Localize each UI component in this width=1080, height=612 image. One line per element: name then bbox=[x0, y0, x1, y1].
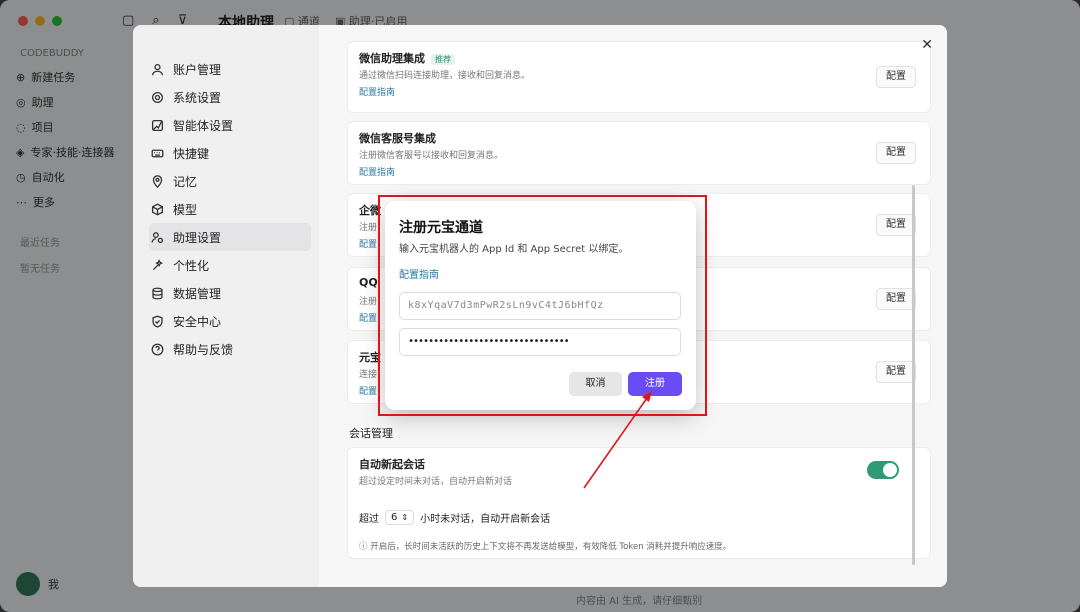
auto-new-description: 超过设定时间未对话，自动开启新对话 bbox=[359, 477, 513, 487]
stepper-arrows-icon[interactable]: ⇕ bbox=[401, 513, 408, 522]
card-title: QQ bbox=[359, 276, 378, 289]
settings-nav-label: 个性化 bbox=[173, 258, 210, 273]
settings-nav-label: 记忆 bbox=[173, 174, 198, 189]
card-title: 微信助理集成 推荐 bbox=[359, 50, 455, 66]
keyboard-icon bbox=[151, 149, 164, 157]
hours-prefix: 超过 bbox=[359, 514, 379, 525]
configure-button[interactable]: 配置 bbox=[876, 361, 916, 383]
auto-new-title: 自动新起会话 bbox=[359, 458, 425, 471]
scrollbar[interactable] bbox=[912, 185, 915, 565]
settings-nav-label: 模型 bbox=[173, 202, 198, 217]
card-description: 通过微信扫码连接助理，接收和回复消息。 bbox=[359, 71, 531, 81]
hours-suffix: 小时未对话，自动开启新会话 bbox=[420, 514, 551, 525]
configure-button[interactable]: 配置 bbox=[876, 142, 916, 164]
close-icon[interactable]: ✕ bbox=[921, 37, 933, 53]
auto-new-session-card: 自动新起会话 超过设定时间未对话，自动开启新对话 超过 6 ⇕ 小时未对话，自动… bbox=[347, 447, 931, 559]
settings-nav-label: 数据管理 bbox=[173, 286, 222, 301]
assistant-settings-icon bbox=[151, 231, 164, 243]
annotation-highlight-box bbox=[378, 195, 707, 416]
card-guide-link[interactable]: 配置指南 bbox=[359, 85, 395, 98]
settings-nav: 账户管理 系统设置 智能体设置 快捷键 记忆 模型 助理设置 个性化 数据管理 … bbox=[149, 55, 311, 363]
agent-icon bbox=[151, 119, 164, 131]
card-title-text: 微信助理集成 bbox=[359, 52, 425, 65]
hours-setting-row: 超过 6 ⇕ 小时未对话，自动开启新会话 bbox=[359, 510, 550, 525]
settings-nav-label: 安全中心 bbox=[173, 314, 222, 329]
card-description: 注册 bbox=[359, 297, 378, 307]
settings-nav-personalize[interactable]: 个性化 bbox=[149, 251, 311, 279]
shield-icon bbox=[152, 315, 163, 328]
database-icon bbox=[152, 287, 163, 299]
recommend-badge: 推荐 bbox=[431, 54, 455, 65]
card-description: 注册微信客服号以接收和回复消息。 bbox=[359, 151, 504, 161]
settings-nav-label: 系统设置 bbox=[173, 90, 222, 105]
card-title: 微信客服号集成 bbox=[359, 132, 436, 145]
wechat-service-card: 微信客服号集成 注册微信客服号以接收和回复消息。 配置指南 配置 bbox=[347, 121, 931, 185]
cube-icon bbox=[151, 202, 164, 216]
settings-nav-label: 帮助与反馈 bbox=[173, 342, 234, 357]
settings-nav-agent[interactable]: 智能体设置 bbox=[149, 111, 311, 139]
memory-icon bbox=[152, 174, 163, 188]
settings-nav-shortcuts[interactable]: 快捷键 bbox=[149, 139, 311, 167]
hours-stepper[interactable]: 6 ⇕ bbox=[385, 510, 415, 525]
settings-nav-label: 助理设置 bbox=[173, 230, 222, 245]
card-description: 注册 bbox=[359, 223, 378, 233]
settings-nav-assistant[interactable]: 助理设置 bbox=[149, 223, 311, 251]
settings-nav-label: 智能体设置 bbox=[173, 118, 234, 133]
hours-value: 6 bbox=[391, 512, 398, 523]
settings-nav-data[interactable]: 数据管理 bbox=[149, 279, 311, 307]
settings-nav-account[interactable]: 账户管理 bbox=[149, 55, 311, 83]
configure-button[interactable]: 配置 bbox=[876, 288, 916, 310]
gear-icon bbox=[151, 91, 164, 103]
settings-nav-help[interactable]: 帮助与反馈 bbox=[149, 335, 311, 363]
card-description: 连接 bbox=[359, 370, 378, 380]
card-guide-link[interactable]: 配置指南 bbox=[359, 165, 395, 178]
card-guide-link[interactable]: 配置 bbox=[359, 384, 377, 397]
app-window: ▢ ⌕ ⊽ 本地助理 ▢ 通道 ▣ 助理·已启用 CODEBUDDY ⊕ 新建任务… bbox=[0, 0, 1080, 612]
settings-nav-system[interactable]: 系统设置 bbox=[149, 83, 311, 111]
session-section-title: 会话管理 bbox=[349, 427, 393, 440]
settings-nav-memory[interactable]: 记忆 bbox=[149, 167, 311, 195]
settings-nav-label: 快捷键 bbox=[173, 146, 210, 161]
settings-nav-security[interactable]: 安全中心 bbox=[149, 307, 311, 335]
settings-nav-model[interactable]: 模型 bbox=[149, 195, 311, 223]
personalize-icon bbox=[152, 258, 164, 270]
configure-button[interactable]: 配置 bbox=[876, 214, 916, 236]
auto-new-toggle[interactable] bbox=[867, 461, 899, 479]
card-guide-link[interactable]: 配置 bbox=[359, 311, 377, 324]
auto-new-note: ⓘ 开启后，长时间未活跃的历史上下文将不再发送给模型，有效降低 Token 消耗… bbox=[359, 542, 732, 552]
configure-button[interactable]: 配置 bbox=[876, 66, 916, 88]
wechat-assistant-card: 微信助理集成 推荐 通过微信扫码连接助理，接收和回复消息。 配置指南 配置 bbox=[347, 41, 931, 113]
settings-sidebar: 账户管理 系统设置 智能体设置 快捷键 记忆 模型 助理设置 个性化 数据管理 … bbox=[133, 25, 319, 587]
settings-nav-label: 账户管理 bbox=[173, 62, 222, 77]
help-icon bbox=[151, 343, 164, 355]
card-guide-link[interactable]: 配置 bbox=[359, 237, 377, 250]
user-icon bbox=[151, 63, 164, 75]
